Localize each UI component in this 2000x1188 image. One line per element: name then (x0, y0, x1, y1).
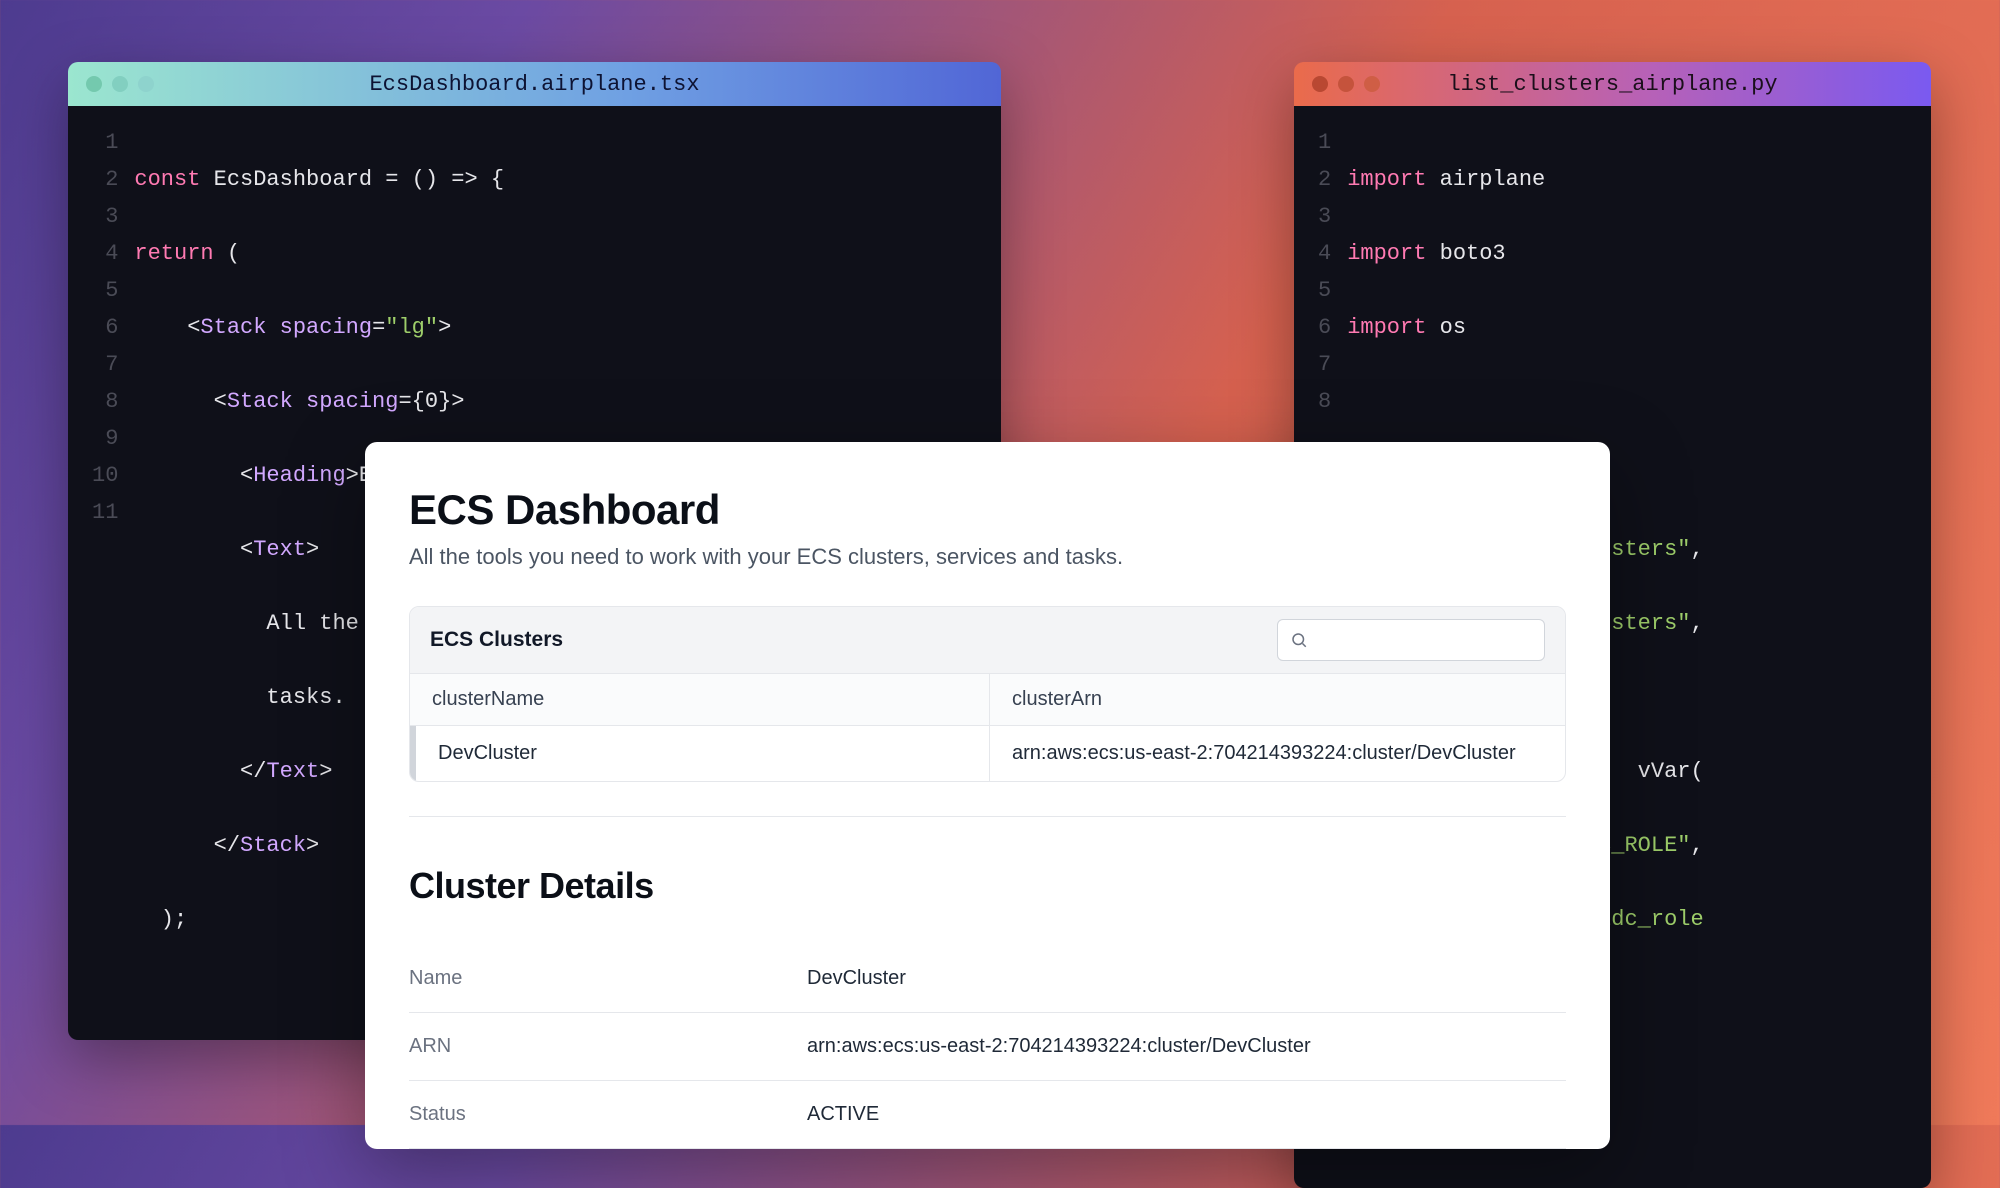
details-heading: Cluster Details (409, 865, 1566, 907)
detail-row-arn: ARN arn:aws:ecs:us-east-2:704214393224:c… (409, 1013, 1566, 1081)
cell-cluster-name: DevCluster (416, 726, 990, 781)
column-header-name[interactable]: clusterName (410, 674, 990, 725)
search-input-wrapper[interactable] (1277, 619, 1545, 661)
detail-label: ARN (409, 1035, 807, 1058)
column-header-arn[interactable]: clusterArn (990, 674, 1565, 725)
detail-value: DevCluster (807, 967, 906, 990)
detail-label: Name (409, 967, 807, 990)
table-title: ECS Clusters (430, 628, 563, 652)
table-header: ECS Clusters (410, 607, 1565, 674)
dashboard-panel: ECS Dashboard All the tools you need to … (365, 442, 1610, 1149)
detail-row-name: Name DevCluster (409, 945, 1566, 1013)
line-gutter: 1 2 3 4 5 6 7 8 9 10 11 (68, 124, 134, 1012)
clusters-table: ECS Clusters clusterName clusterArn DevC… (409, 606, 1566, 782)
detail-value: ACTIVE (807, 1103, 879, 1126)
column-headers: clusterName clusterArn (410, 674, 1565, 726)
detail-value: arn:aws:ecs:us-east-2:704214393224:clust… (807, 1035, 1311, 1058)
search-icon (1290, 631, 1308, 649)
window-title: list_clusters_airplane.py (1294, 72, 1931, 97)
detail-row-status: Status ACTIVE (409, 1081, 1566, 1149)
titlebar: list_clusters_airplane.py (1294, 62, 1931, 106)
window-title: EcsDashboard.airplane.tsx (68, 72, 1001, 97)
titlebar: EcsDashboard.airplane.tsx (68, 62, 1001, 106)
section-divider (409, 816, 1566, 817)
page-subtitle: All the tools you need to work with your… (409, 544, 1566, 570)
search-input[interactable] (1316, 630, 1532, 651)
cell-cluster-arn: arn:aws:ecs:us-east-2:704214393224:clust… (990, 726, 1565, 781)
table-row[interactable]: DevCluster arn:aws:ecs:us-east-2:7042143… (410, 726, 1565, 781)
page-title: ECS Dashboard (409, 486, 1566, 534)
detail-label: Status (409, 1103, 807, 1126)
